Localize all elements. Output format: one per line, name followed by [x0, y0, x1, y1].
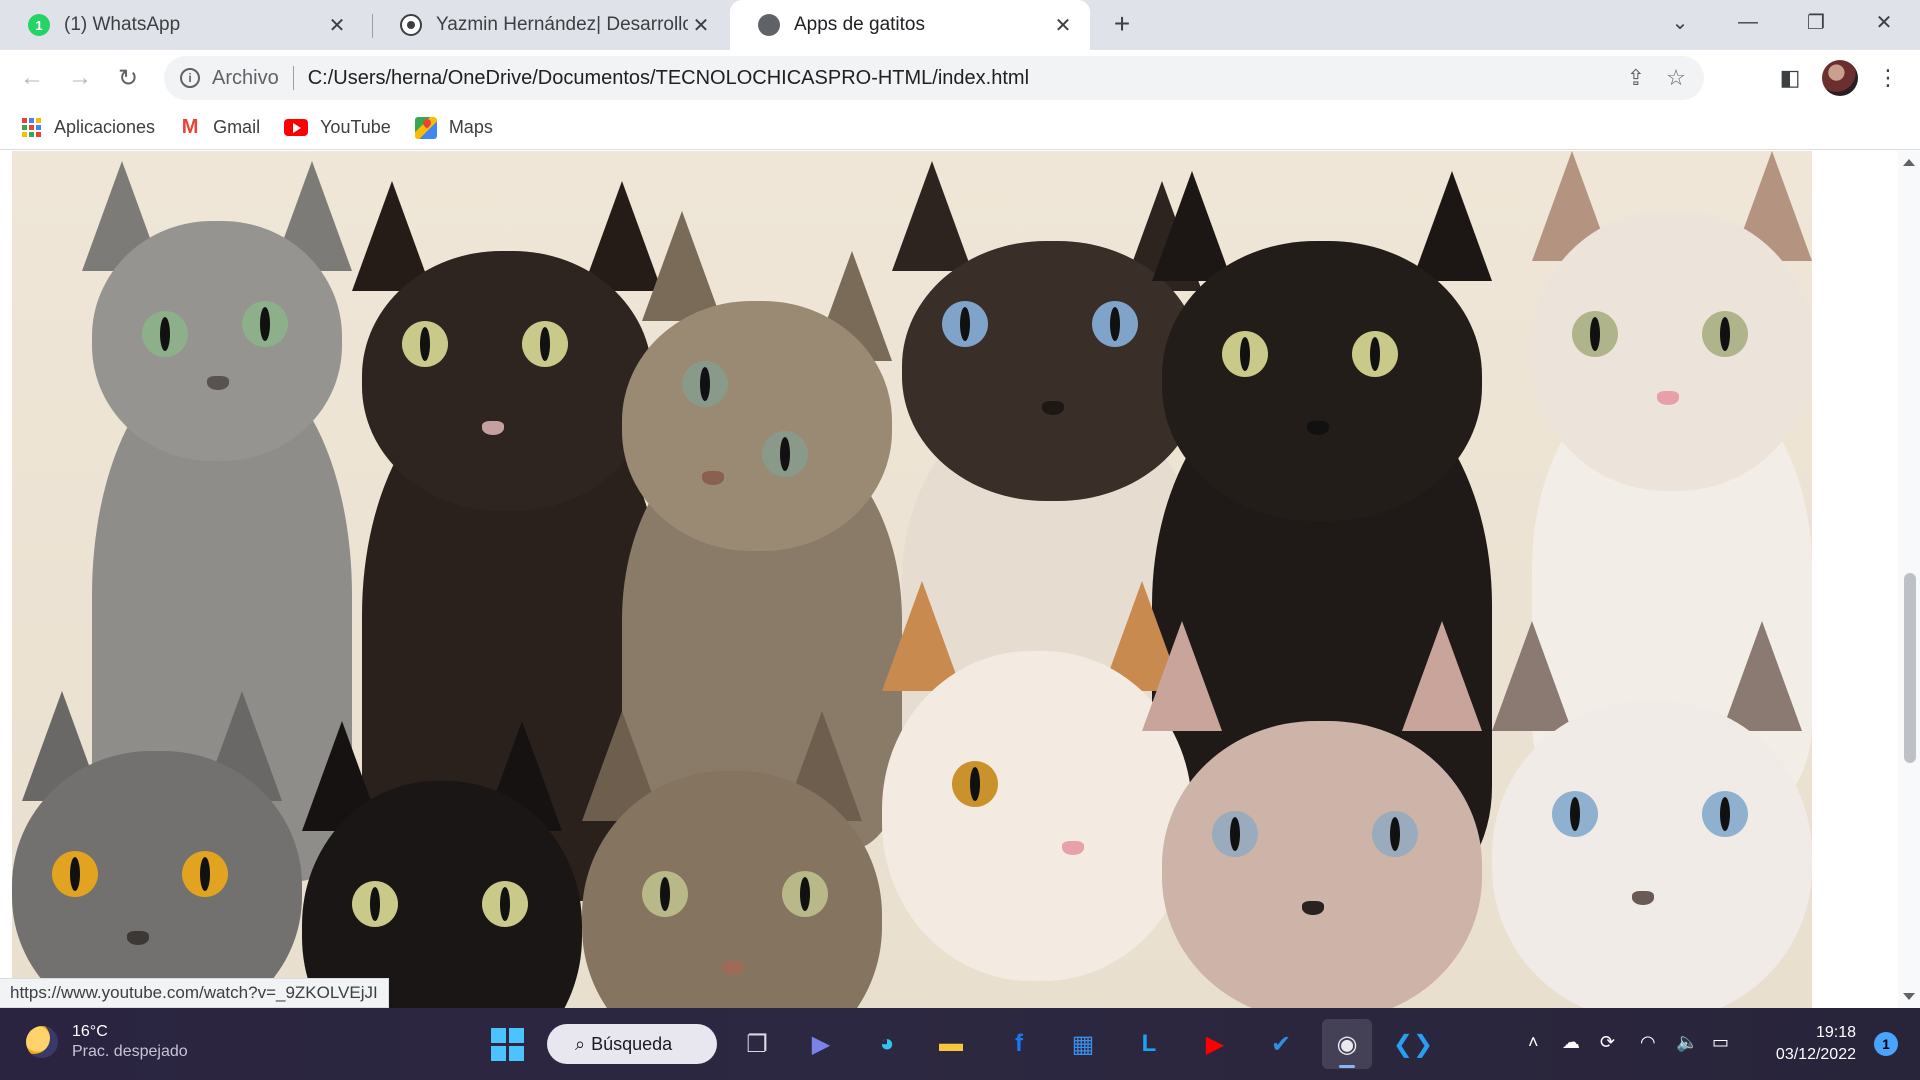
taskbar-search[interactable]: ⌕ Búsqueda	[547, 1024, 717, 1064]
site-icon	[400, 14, 422, 36]
l-app-icon[interactable]: L	[1124, 1019, 1174, 1069]
site-chip[interactable]: Archivo	[212, 67, 279, 90]
volume-icon[interactable]: 🔈	[1676, 1032, 1698, 1053]
apps-grid-icon	[20, 117, 42, 139]
windows-icon	[490, 1027, 524, 1061]
menu-icon[interactable]: ⋮	[1870, 60, 1906, 96]
globe-icon	[758, 14, 780, 36]
minimize-button[interactable]: —	[1720, 0, 1776, 44]
reload-button[interactable]: ↻	[110, 60, 146, 96]
bookmark-label: Gmail	[213, 117, 261, 137]
show-hidden-icons[interactable]: ˄	[1528, 1032, 1539, 1053]
scroll-down-arrow[interactable]	[1903, 993, 1915, 1000]
search-label: Búsqueda	[591, 1033, 673, 1054]
clock-date: 03/12/2022	[1775, 1046, 1856, 1063]
start-button[interactable]	[482, 1019, 532, 1069]
bookmark-star-icon[interactable]: ☆	[1656, 58, 1696, 98]
tab-title: Apps de gatitos	[794, 14, 925, 35]
bookmark-aplicaciones[interactable]: Aplicaciones	[20, 117, 155, 139]
battery-icon[interactable]: ▭	[1712, 1032, 1729, 1053]
new-tab-button[interactable]: +	[1106, 9, 1138, 41]
sync-icon[interactable]: ⟳	[1600, 1032, 1615, 1053]
forward-button[interactable]: →	[62, 60, 98, 96]
search-icon: ⌕	[575, 1033, 586, 1054]
bookmark-label: Maps	[448, 117, 493, 137]
tab-whatsapp[interactable]: 1 (1) WhatsApp ✕	[0, 0, 364, 50]
notification-badge[interactable]: 1	[1874, 1032, 1898, 1056]
tab-yazmin[interactable]: Yazmin Hernández| Desarrollo W ✕	[372, 0, 728, 50]
youtube-app-icon[interactable]: ▶	[1190, 1019, 1240, 1069]
whatsapp-icon: 1	[28, 14, 50, 36]
avatar[interactable]	[1822, 60, 1858, 96]
clock-time: 19:18	[1815, 1024, 1856, 1041]
address-bar[interactable]: i Archivo C:/Users/herna/OneDrive/Docume…	[164, 56, 1704, 100]
todo-icon[interactable]: ✔	[1256, 1019, 1306, 1069]
microsoft-store-icon[interactable]: ▦	[1058, 1019, 1108, 1069]
windows-taskbar: 16°C Prac. despejado ⌕ Búsqueda ❐ ▶ ◕ ▬ …	[0, 1008, 1920, 1080]
weather-widget[interactable]: 16°C Prac. despejado	[26, 1022, 188, 1062]
tab-title: (1) WhatsApp	[64, 14, 181, 35]
moon-icon	[26, 1026, 58, 1058]
weather-temp: 16°C	[72, 1023, 108, 1040]
bookmark-label: YouTube	[320, 117, 391, 137]
teams-chat-icon[interactable]: ▶	[796, 1019, 846, 1069]
edge-icon[interactable]: ◕	[862, 1019, 912, 1069]
browser-toolbar: ← → ↻ i Archivo C:/Users/herna/OneDrive/…	[0, 50, 1920, 106]
share-icon[interactable]: ⇪	[1616, 58, 1656, 98]
maps-icon	[414, 116, 437, 139]
tab-title: Yazmin Hernández| Desarrollo W	[436, 14, 688, 35]
scroll-up-arrow[interactable]	[1903, 159, 1915, 166]
cats-photo[interactable]	[12, 151, 1812, 1008]
page-viewport: https://www.youtube.com/watch?v=_9ZKOLVE…	[0, 151, 1920, 1008]
info-icon[interactable]: i	[180, 68, 200, 88]
bookmark-gmail[interactable]: M Gmail	[179, 116, 261, 139]
bookmarks-bar: Aplicaciones M Gmail YouTube Maps	[0, 106, 1920, 150]
link-status-bubble: https://www.youtube.com/watch?v=_9ZKOLVE…	[0, 978, 389, 1008]
task-view-icon[interactable]: ❐	[732, 1019, 782, 1069]
close-tab-icon[interactable]: ✕	[324, 12, 350, 38]
restore-button[interactable]: ❐	[1788, 0, 1844, 44]
weather-condition: Prac. despejado	[72, 1043, 188, 1060]
youtube-icon	[284, 119, 309, 136]
bookmark-label: Aplicaciones	[54, 117, 156, 137]
system-clock[interactable]: 19:18 03/12/2022	[1776, 1022, 1856, 1066]
omnibox-divider	[292, 66, 294, 90]
tab-strip: 1 (1) WhatsApp ✕ Yazmin Hernández| Desar…	[0, 0, 1920, 50]
chrome-icon[interactable]: ◉	[1322, 1019, 1372, 1069]
url-text[interactable]: C:/Users/herna/OneDrive/Documentos/TECNO…	[308, 67, 1616, 90]
bookmark-maps[interactable]: Maps	[414, 116, 493, 139]
gmail-icon: M	[181, 116, 199, 138]
close-window-button[interactable]: ✕	[1856, 0, 1912, 44]
bookmark-youtube[interactable]: YouTube	[284, 117, 391, 138]
close-tab-icon[interactable]: ✕	[688, 12, 714, 38]
wifi-icon[interactable]: ◠	[1640, 1032, 1656, 1053]
file-explorer-icon[interactable]: ▬	[926, 1019, 976, 1069]
side-panel-icon[interactable]: ◧	[1772, 60, 1808, 96]
vertical-scrollbar[interactable]	[1898, 151, 1920, 1008]
close-tab-icon[interactable]: ✕	[1050, 12, 1076, 38]
facebook-icon[interactable]: f	[994, 1019, 1044, 1069]
scrollbar-thumb[interactable]	[1904, 573, 1916, 763]
back-button[interactable]: ←	[14, 60, 50, 96]
tab-apps-de-gatitos[interactable]: Apps de gatitos ✕	[730, 0, 1090, 50]
tab-search-icon[interactable]: ⌄	[1652, 0, 1708, 44]
vscode-icon[interactable]: ❮❯	[1388, 1019, 1438, 1069]
onedrive-icon[interactable]: ☁	[1562, 1032, 1580, 1053]
